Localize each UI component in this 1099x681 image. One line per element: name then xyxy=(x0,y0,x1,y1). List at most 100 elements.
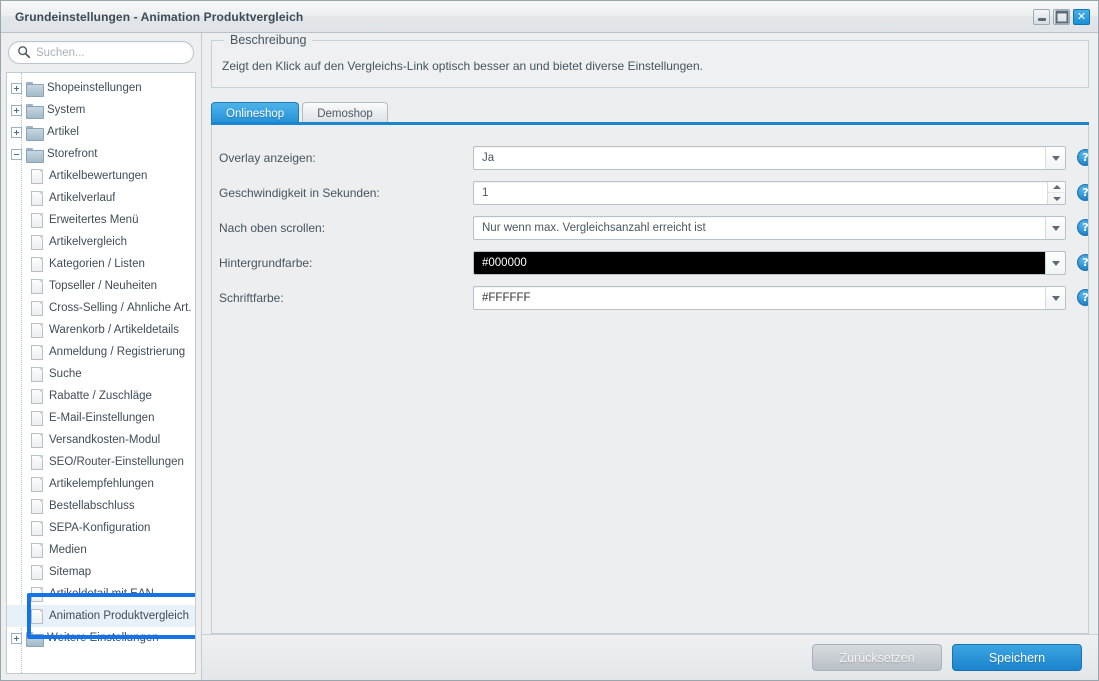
tree-item[interactable]: Artikel xyxy=(7,121,195,143)
tree-item[interactable]: Shopeinstellungen xyxy=(7,77,195,99)
tree-item[interactable]: Suche xyxy=(7,363,195,385)
tree-item[interactable]: Kategorien / Listen xyxy=(7,253,195,275)
field-input[interactable]: #000000 xyxy=(473,251,1066,275)
tree-item-label: Topseller / Neuheiten xyxy=(49,280,158,292)
tree-item-label: Artikelvergleich xyxy=(49,236,127,248)
tree-item-label: Medien xyxy=(49,544,87,556)
tab-underline xyxy=(211,122,1089,125)
folder-icon xyxy=(26,125,44,141)
tree-item[interactable]: Storefront xyxy=(7,143,195,165)
tree-item[interactable]: Cross-Selling / Ähnliche Art. xyxy=(7,297,195,319)
tree-item[interactable]: Rabatte / Zuschläge xyxy=(7,385,195,407)
tree-item-label: Rabatte / Zuschläge xyxy=(49,390,152,402)
minimize-button[interactable] xyxy=(1033,8,1050,25)
help-icon[interactable]: ? xyxy=(1077,149,1088,166)
sidebar: Shopeinstellungen System Artikel Storefront… xyxy=(1,33,202,680)
chevron-down-icon[interactable] xyxy=(1045,217,1065,239)
folder-icon xyxy=(26,631,44,647)
expand-icon[interactable] xyxy=(11,632,22,644)
tree-item[interactable]: Artikelbewertungen xyxy=(7,165,195,187)
reset-button[interactable]: Zurücksetzen xyxy=(812,644,942,671)
field-input[interactable]: #FFFFFF xyxy=(473,286,1066,310)
tree-item[interactable]: Animation Produktvergleich xyxy=(7,605,195,627)
page-icon xyxy=(31,498,43,514)
close-button[interactable]: ✕ xyxy=(1073,8,1090,25)
form-row: Geschwindigkeit in Sekunden: 1? xyxy=(212,181,1088,205)
expand-icon[interactable] xyxy=(11,104,22,116)
settings-tree: Shopeinstellungen System Artikel Storefront… xyxy=(7,73,195,649)
tree-item-label: Weitere Einstellungen xyxy=(47,632,159,644)
description-text: Zeigt den Klick auf den Vergleichs-Link … xyxy=(222,59,703,73)
form-row: Schriftfarbe: #FFFFFF? xyxy=(212,286,1088,310)
help-icon[interactable]: ? xyxy=(1077,184,1088,201)
expand-icon[interactable] xyxy=(11,82,22,94)
chevron-down-icon[interactable] xyxy=(1045,252,1065,274)
field-control: 1? xyxy=(473,181,1088,205)
collapse-icon[interactable] xyxy=(11,148,22,160)
tree-item-label: Artikelempfehlungen xyxy=(49,478,154,490)
tree-item[interactable]: Warenkorb / Artikeldetails xyxy=(7,319,195,341)
page-icon xyxy=(31,366,43,382)
search-input[interactable] xyxy=(8,41,194,64)
page-icon xyxy=(31,542,43,558)
tree-item[interactable]: Artikeldetail mit EAN xyxy=(7,583,195,605)
tree-item-label: Artikeldetail mit EAN xyxy=(49,588,154,600)
expand-icon[interactable] xyxy=(11,126,22,138)
close-icon: ✕ xyxy=(1076,9,1087,23)
tree-item[interactable]: Anmeldung / Registrierung xyxy=(7,341,195,363)
spinner-down-icon[interactable] xyxy=(1048,193,1065,204)
tree-item[interactable]: Artikelvergleich xyxy=(7,231,195,253)
tree-item[interactable]: Weitere Einstellungen xyxy=(7,627,195,649)
tree-item[interactable]: Artikelverlauf xyxy=(7,187,195,209)
help-icon[interactable]: ? xyxy=(1077,254,1088,271)
tree-item[interactable]: Erweitertes Menü xyxy=(7,209,195,231)
tree-item[interactable]: Artikelempfehlungen xyxy=(7,473,195,495)
field-value: #000000 xyxy=(482,257,527,269)
field-input[interactable]: Nur wenn max. Vergleichsanzahl erreicht … xyxy=(473,216,1066,240)
page-icon xyxy=(31,322,43,338)
tree-item-label: System xyxy=(47,104,86,116)
field-value: #FFFFFF xyxy=(482,292,531,304)
spinner-buttons[interactable] xyxy=(1047,182,1065,204)
form-row: Hintergrundfarbe: #000000? xyxy=(212,251,1088,275)
maximize-button[interactable] xyxy=(1053,8,1070,25)
spinner-up-icon[interactable] xyxy=(1048,182,1065,193)
page-icon xyxy=(31,190,43,206)
field-value: Nur wenn max. Vergleichsanzahl erreicht … xyxy=(482,222,706,234)
tab-bar: Onlineshop Demoshop xyxy=(211,100,1089,125)
settings-tree-panel[interactable]: Shopeinstellungen System Artikel Storefront… xyxy=(6,72,196,674)
field-input[interactable]: Ja xyxy=(473,146,1066,170)
field-control: Ja? xyxy=(473,146,1088,170)
tree-item[interactable]: Topseller / Neuheiten xyxy=(7,275,195,297)
field-input[interactable]: 1 xyxy=(473,181,1066,205)
tree-item[interactable]: SEPA-Konfiguration xyxy=(7,517,195,539)
tree-item[interactable]: E-Mail-Einstellungen xyxy=(7,407,195,429)
tree-item-label: Warenkorb / Artikeldetails xyxy=(49,324,179,336)
tree-item-label: Kategorien / Listen xyxy=(49,258,145,270)
tree-item[interactable]: Sitemap xyxy=(7,561,195,583)
chevron-down-icon[interactable] xyxy=(1045,147,1065,169)
help-icon[interactable]: ? xyxy=(1077,289,1088,306)
main-panel: Beschreibung Zeigt den Klick auf den Ver… xyxy=(202,33,1098,680)
tree-item[interactable]: Medien xyxy=(7,539,195,561)
window-controls: ✕ xyxy=(1033,8,1094,25)
page-icon xyxy=(31,454,43,470)
tree-item-label: Artikelverlauf xyxy=(49,192,116,204)
tree-item[interactable]: Versandkosten-Modul xyxy=(7,429,195,451)
field-label: Overlay anzeigen: xyxy=(219,151,316,165)
tree-item[interactable]: Bestellabschluss xyxy=(7,495,195,517)
page-icon xyxy=(31,476,43,492)
field-value: Ja xyxy=(482,152,495,164)
tree-item-label: Storefront xyxy=(47,148,98,160)
chevron-down-icon[interactable] xyxy=(1045,287,1065,309)
field-control: #000000? xyxy=(473,251,1088,275)
page-icon xyxy=(31,410,43,426)
page-icon xyxy=(31,234,43,250)
window-body: Shopeinstellungen System Artikel Storefront… xyxy=(1,33,1098,680)
tree-item[interactable]: SEO/Router-Einstellungen xyxy=(7,451,195,473)
help-icon[interactable]: ? xyxy=(1077,219,1088,236)
page-icon xyxy=(31,564,43,580)
tree-item[interactable]: System xyxy=(7,99,195,121)
window-titlebar: Grundeinstellungen - Animation Produktve… xyxy=(1,1,1098,33)
save-button[interactable]: Speichern xyxy=(952,644,1082,671)
